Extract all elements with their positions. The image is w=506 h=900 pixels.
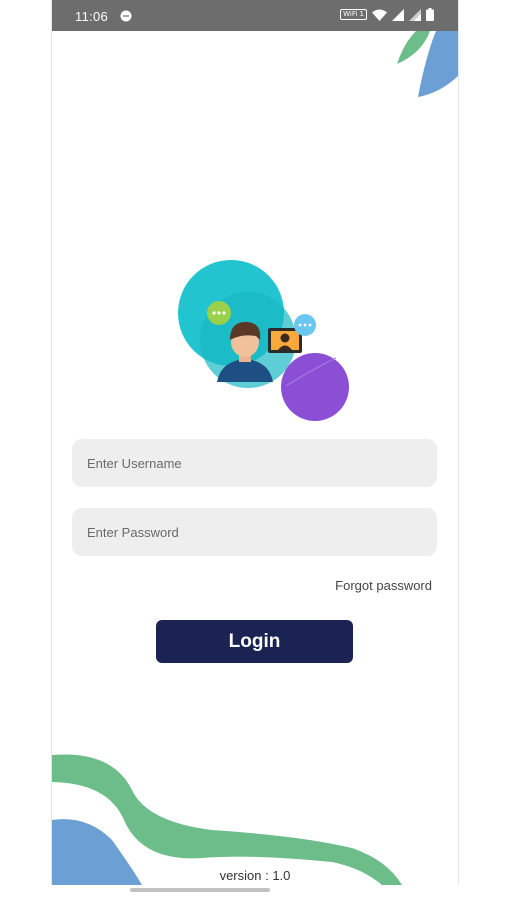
home-indicator[interactable] xyxy=(130,888,270,892)
forgot-password-link[interactable]: Forgot password xyxy=(335,578,432,593)
version-label: version : 1.0 xyxy=(219,868,291,883)
login-button[interactable]: Login xyxy=(156,620,353,663)
wifi-badge: WiFi 1 xyxy=(340,9,367,20)
top-decoration xyxy=(397,31,458,97)
login-screen: 11:06 WiFi 1 Enter Username Forgot passw… xyxy=(51,0,459,885)
chat-bubble-icon xyxy=(120,10,132,22)
status-time: 11:06 xyxy=(75,9,109,24)
video-chat-illustration xyxy=(178,260,349,421)
signal-icon xyxy=(392,8,404,21)
password-input[interactable] xyxy=(72,508,437,556)
status-icons: WiFi 1 xyxy=(340,8,434,21)
bottom-decoration xyxy=(52,754,402,885)
signal-icon xyxy=(409,8,421,21)
wifi-icon xyxy=(372,9,387,21)
status-bar: 11:06 WiFi 1 xyxy=(52,0,458,31)
username-input[interactable] xyxy=(72,439,437,487)
battery-icon xyxy=(426,8,434,21)
